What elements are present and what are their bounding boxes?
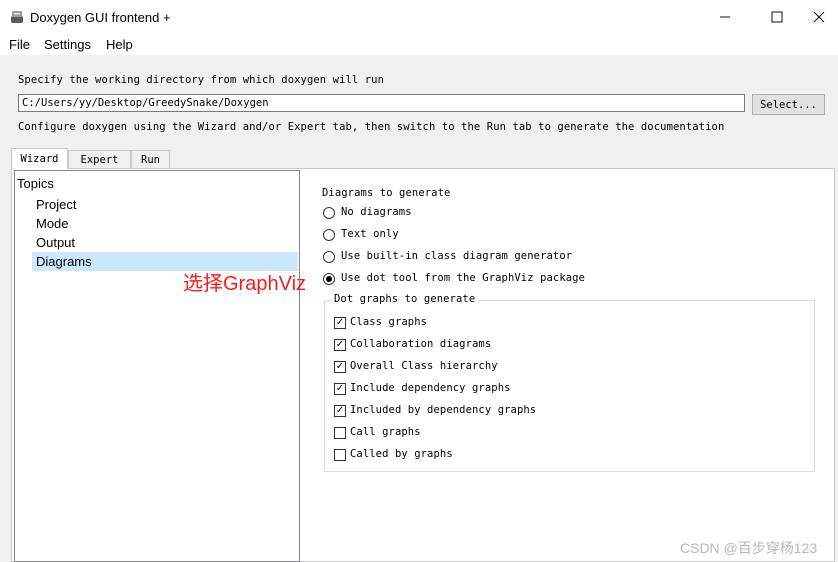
checkbox-class-graphs[interactable]: ✓ xyxy=(334,317,346,329)
workdir-label: Specify the working directory from which… xyxy=(18,74,385,86)
close-button[interactable] xyxy=(796,0,838,33)
topic-mode[interactable]: Mode xyxy=(36,216,69,231)
radio-text-only[interactable] xyxy=(323,229,335,241)
checkbox-include-dependency-graphs[interactable]: ✓ xyxy=(334,383,346,395)
topic-project[interactable]: Project xyxy=(36,197,76,212)
close-icon xyxy=(813,11,825,22)
checkbox-overall-class-hierarchy[interactable]: ✓ xyxy=(334,361,346,373)
tab-expert[interactable]: Expert xyxy=(68,150,131,168)
checkbox-label: Call graphs xyxy=(350,426,421,438)
radio-graphviz-dot[interactable] xyxy=(323,273,335,285)
menu-settings[interactable]: Settings xyxy=(44,37,91,52)
watermark: CSDN @百步穿杨123 xyxy=(680,540,818,556)
annotation-text: 选择GraphViz xyxy=(183,273,307,295)
maximize-button[interactable] xyxy=(754,0,800,33)
radio-label: Use built-in class diagram generator xyxy=(341,250,573,262)
topics-header: Topics xyxy=(17,176,54,191)
workdir-input[interactable]: C:/Users/yy/Desktop/GreedySnake/Doxygen xyxy=(18,94,745,112)
checkbox-label: Overall Class hierarchy xyxy=(350,360,498,372)
checkbox-label: Included by dependency graphs xyxy=(350,404,537,416)
checkbox-label: Called by graphs xyxy=(350,448,453,460)
radio-label: No diagrams xyxy=(341,206,412,218)
radio-label: Use dot tool from the GraphViz package xyxy=(341,272,586,284)
minimize-icon xyxy=(720,16,730,17)
checkbox-label: Class graphs xyxy=(350,316,428,328)
select-directory-button[interactable]: Select... xyxy=(752,94,825,115)
tab-wizard[interactable]: Wizard xyxy=(11,148,68,169)
menu-help[interactable]: Help xyxy=(106,37,133,52)
checkbox-call-graphs[interactable] xyxy=(334,427,346,439)
checkbox-called-by-graphs[interactable] xyxy=(334,449,346,461)
tab-run[interactable]: Run xyxy=(131,150,170,168)
radio-label: Text only xyxy=(341,228,399,240)
checkbox-included-by-dependency-graphs[interactable]: ✓ xyxy=(334,405,346,417)
topic-diagrams[interactable]: Diagrams xyxy=(36,254,92,269)
diagrams-heading: Diagrams to generate xyxy=(322,187,451,199)
maximize-icon xyxy=(771,11,783,22)
doxygen-app-icon xyxy=(9,9,25,25)
checkbox-collaboration-diagrams[interactable]: ✓ xyxy=(334,339,346,351)
radio-builtin-generator[interactable] xyxy=(323,251,335,263)
radio-no-diagrams[interactable] xyxy=(323,207,335,219)
topic-output[interactable]: Output xyxy=(36,235,75,250)
configure-hint: Configure doxygen using the Wizard and/o… xyxy=(18,121,725,133)
menu-file[interactable]: File xyxy=(9,37,30,52)
window-title: Doxygen GUI frontend + xyxy=(30,10,171,25)
checkbox-label: Collaboration diagrams xyxy=(350,338,492,350)
checkbox-label: Include dependency graphs xyxy=(350,382,511,394)
minimize-button[interactable] xyxy=(702,0,748,33)
dot-graphs-group-title: Dot graphs to generate xyxy=(331,293,479,305)
